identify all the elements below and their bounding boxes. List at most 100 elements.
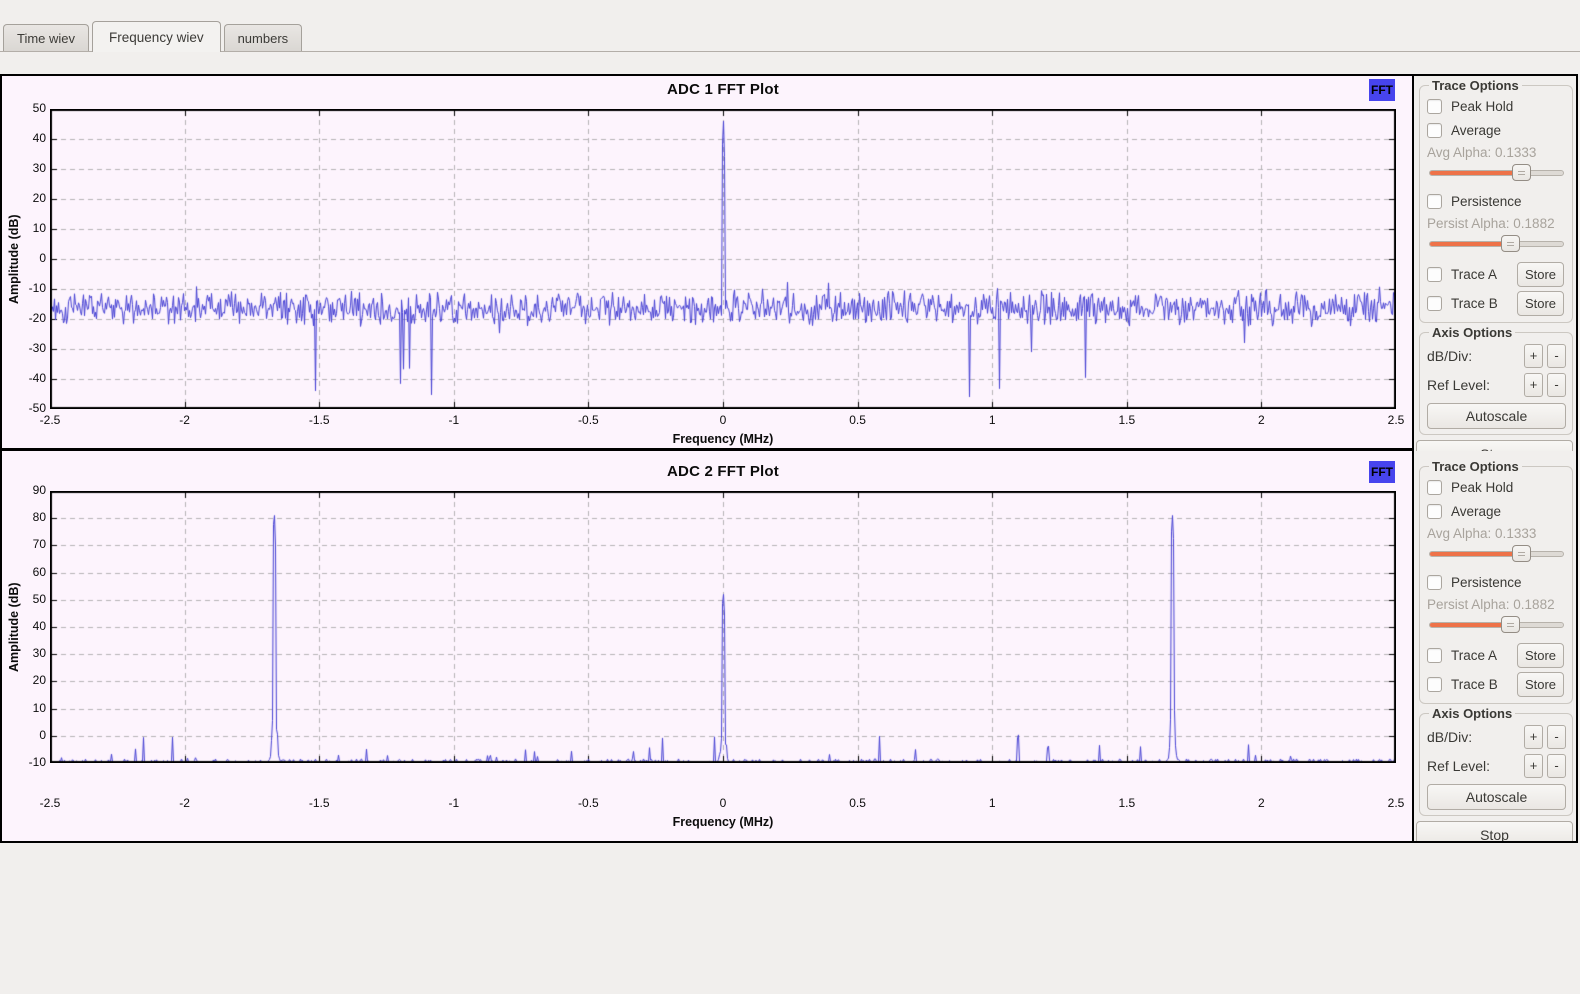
ref-level-minus-button[interactable]: - — [1547, 754, 1566, 778]
trace-a-checkbox[interactable] — [1427, 267, 1442, 282]
y-tick-label: 50 — [2, 592, 46, 606]
autoscale-button[interactable]: Autoscale — [1427, 784, 1566, 810]
x-tick-label: -2.5 — [40, 796, 61, 810]
x-tick-label: -1 — [448, 413, 459, 427]
persistence-checkbox[interactable] — [1427, 575, 1442, 590]
trace-a-label: Trace A — [1451, 648, 1497, 663]
y-tick-label: 40 — [2, 619, 46, 633]
average-checkbox[interactable] — [1427, 504, 1442, 519]
slider-handle[interactable] — [1512, 164, 1531, 181]
store-a-button[interactable]: Store — [1517, 262, 1564, 287]
y-tick-label: 10 — [2, 701, 46, 715]
fft-plot-canvas-1 — [50, 109, 1396, 409]
persistence-label: Persistence — [1451, 575, 1522, 590]
tab-bar: Time wiev Frequency wiev numbers — [3, 20, 305, 51]
ref-level-minus-button[interactable]: - — [1547, 373, 1566, 397]
x-tick-label: -1 — [448, 796, 459, 810]
slider-handle[interactable] — [1501, 235, 1520, 252]
stop-button-1[interactable]: Stop — [1416, 440, 1573, 451]
x-tick-label: 2 — [1258, 796, 1265, 810]
slider-fill — [1430, 552, 1522, 556]
trace-b-label: Trace B — [1451, 677, 1498, 692]
y-tick-label: 20 — [2, 673, 46, 687]
ref-level-plus-button[interactable]: + — [1524, 754, 1543, 778]
x-tick-label: -2 — [179, 796, 190, 810]
persist-alpha-slider[interactable] — [1429, 235, 1564, 253]
fft-type-badge: FFT — [1369, 461, 1395, 483]
y-tick-label: 20 — [2, 191, 46, 205]
peak-hold-checkbox[interactable] — [1427, 99, 1442, 114]
slider-track — [1429, 622, 1564, 628]
db-div-minus-button[interactable]: - — [1547, 725, 1566, 749]
db-div-plus-button[interactable]: + — [1524, 725, 1543, 749]
fft-plot-canvas-2 — [50, 491, 1396, 763]
peak-hold-label: Peak Hold — [1451, 99, 1513, 114]
autoscale-button[interactable]: Autoscale — [1427, 403, 1566, 429]
store-b-button[interactable]: Store — [1517, 672, 1564, 697]
persist-alpha-slider[interactable] — [1429, 616, 1564, 634]
axis-options-group: Axis Options dB/Div: + - Ref Level: + - … — [1419, 325, 1573, 435]
fft-plot-section-2: ADC 2 FFT Plot FFT Amplitude (dB) Freque… — [2, 451, 1414, 841]
x-tick-label: 0 — [720, 796, 727, 810]
average-label: Average — [1451, 123, 1501, 138]
peak-hold-checkbox[interactable] — [1427, 480, 1442, 495]
tab-numbers[interactable]: numbers — [224, 24, 303, 51]
db-div-minus-button[interactable]: - — [1547, 344, 1566, 368]
trace-options-title: Trace Options — [1429, 78, 1522, 93]
x-tick-label: -2.5 — [40, 413, 61, 427]
y-tick-label: 0 — [2, 728, 46, 742]
y-tick-label: 0 — [2, 251, 46, 265]
x-tick-label: 1 — [989, 796, 996, 810]
trace-b-checkbox[interactable] — [1427, 677, 1442, 692]
x-tick-label: 2.5 — [1388, 796, 1405, 810]
avg-alpha-value: Avg Alpha: 0.1333 — [1427, 523, 1566, 544]
trace-a-row: Trace A Store — [1427, 641, 1566, 670]
ref-level-row: Ref Level: + - — [1427, 370, 1566, 399]
ref-level-label: Ref Level: — [1427, 377, 1520, 393]
y-tick-label: 30 — [2, 646, 46, 660]
x-tick-label: 0 — [720, 413, 727, 427]
average-row: Average — [1427, 499, 1566, 523]
trace-b-checkbox[interactable] — [1427, 296, 1442, 311]
axis-options-title: Axis Options — [1429, 325, 1515, 340]
average-checkbox[interactable] — [1427, 123, 1442, 138]
tab-time-view[interactable]: Time wiev — [3, 24, 89, 51]
db-div-plus-button[interactable]: + — [1524, 344, 1543, 368]
axis-options-title: Axis Options — [1429, 706, 1515, 721]
peak-hold-row: Peak Hold — [1427, 475, 1566, 499]
slider-handle[interactable] — [1512, 545, 1531, 562]
slider-track — [1429, 170, 1564, 176]
x-tick-label: 0.5 — [849, 413, 866, 427]
x-tick-label: 2.5 — [1388, 413, 1405, 427]
y-tick-label: 10 — [2, 221, 46, 235]
avg-alpha-slider[interactable] — [1429, 545, 1564, 563]
store-a-button[interactable]: Store — [1517, 643, 1564, 668]
y-tick-label: 30 — [2, 161, 46, 175]
trace-options-group: Trace Options Peak Hold Average Avg Alph… — [1419, 78, 1573, 323]
control-panel-1: Trace Options Peak Hold Average Avg Alph… — [1414, 76, 1576, 451]
store-b-button[interactable]: Store — [1517, 291, 1564, 316]
tab-frequency-view[interactable]: Frequency wiev — [92, 21, 221, 52]
trace-b-label: Trace B — [1451, 296, 1498, 311]
db-div-row: dB/Div: + - — [1427, 341, 1566, 370]
persistence-checkbox[interactable] — [1427, 194, 1442, 209]
plot-title-1: ADC 1 FFT Plot — [50, 81, 1396, 98]
trace-a-row: Trace A Store — [1427, 260, 1566, 289]
y-tick-label: -40 — [2, 371, 46, 385]
x-tick-label: -1.5 — [309, 796, 330, 810]
ref-level-row: Ref Level: + - — [1427, 751, 1566, 780]
trace-options-title: Trace Options — [1429, 459, 1522, 474]
fft-plot-section-1: ADC 1 FFT Plot FFT Amplitude (dB) Freque… — [2, 76, 1414, 451]
avg-alpha-slider[interactable] — [1429, 164, 1564, 182]
stop-button-2[interactable]: Stop — [1416, 821, 1573, 841]
main-content-frame: ADC 1 FFT Plot FFT Amplitude (dB) Freque… — [0, 74, 1578, 843]
x-tick-label: 0.5 — [849, 796, 866, 810]
db-div-label: dB/Div: — [1427, 348, 1520, 364]
db-div-label: dB/Div: — [1427, 729, 1520, 745]
slider-handle[interactable] — [1501, 616, 1520, 633]
x-axis-label: Frequency (MHz) — [50, 815, 1396, 829]
ref-level-plus-button[interactable]: + — [1524, 373, 1543, 397]
avg-alpha-value: Avg Alpha: 0.1333 — [1427, 142, 1566, 163]
trace-a-checkbox[interactable] — [1427, 648, 1442, 663]
x-axis-label: Frequency (MHz) — [50, 432, 1396, 446]
